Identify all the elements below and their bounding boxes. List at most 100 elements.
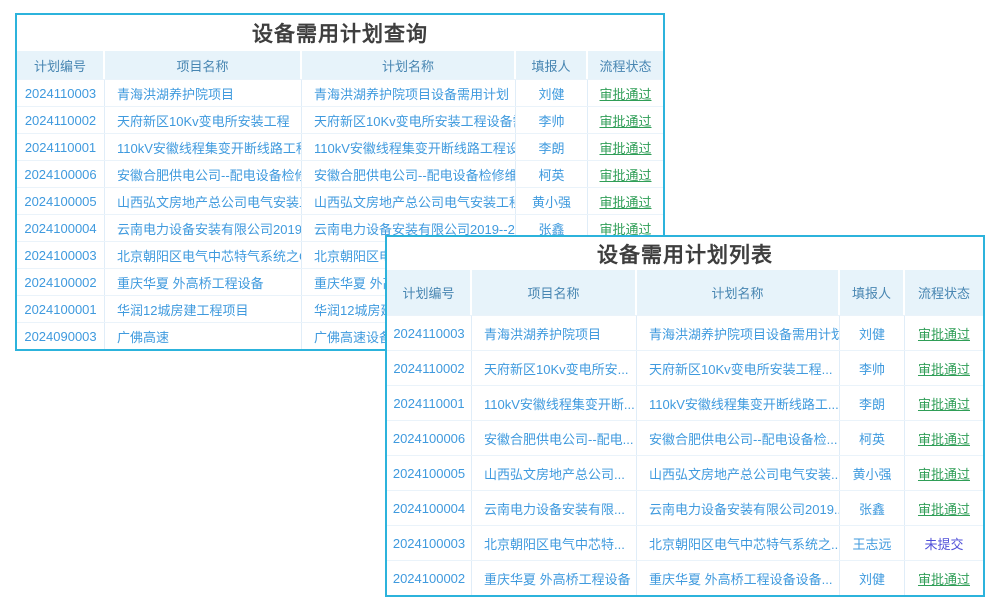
col-header-plan-no: 计划编号 bbox=[387, 270, 472, 315]
page-title: 设备需用计划查询 bbox=[17, 15, 663, 51]
project-name-cell: 华润12城房建工程项目 bbox=[105, 296, 302, 322]
table-row[interactable]: 2024100005 山西弘文房地产总公司... 山西弘文房地产总公司电气安装.… bbox=[387, 455, 983, 490]
reporter-cell: 李朗 bbox=[516, 134, 588, 160]
plan-name-cell: 天府新区10Kv变电所安装工程... bbox=[637, 351, 840, 385]
plan-no-cell: 2024100002 bbox=[17, 269, 105, 295]
col-header-reporter: 填报人 bbox=[516, 51, 588, 79]
reporter-cell: 柯英 bbox=[516, 161, 588, 187]
table-row[interactable]: 2024100004 云南电力设备安装有限... 云南电力设备安装有限公司201… bbox=[387, 490, 983, 525]
table-row[interactable]: 2024100003 北京朝阳区电气中芯特... 北京朝阳区电气中芯特气系统之.… bbox=[387, 525, 983, 560]
app-canvas: 设备需用计划查询 计划编号 项目名称 计划名称 填报人 流程状态 2024110… bbox=[0, 0, 1000, 600]
table-row[interactable]: 2024100005 山西弘文房地产总公司电气安装工程 山西弘文房地产总公司电气… bbox=[17, 187, 663, 214]
status-link[interactable]: 审批通过 bbox=[918, 324, 970, 343]
plan-no-cell: 2024100004 bbox=[17, 215, 105, 241]
plan-name-cell: 重庆华夏 外高桥工程设备设备... bbox=[637, 561, 840, 595]
reporter-cell: 刘健 bbox=[516, 80, 588, 106]
plan-no-cell: 2024100001 bbox=[17, 296, 105, 322]
reporter-cell: 张鑫 bbox=[840, 491, 905, 525]
plan-name-cell: 110kV安徽线程集变开断线路工... bbox=[637, 386, 840, 420]
plan-no-cell: 2024110003 bbox=[17, 80, 105, 106]
plan-name-cell: 山西弘文房地产总公司电气安装... bbox=[637, 456, 840, 490]
project-name-cell: 重庆华夏 外高桥工程设备 bbox=[472, 561, 637, 595]
plan-name-cell: 北京朝阳区电气中芯特气系统之... bbox=[637, 526, 840, 560]
project-name-cell: 北京朝阳区电气中芯特气系统之GM bbox=[105, 242, 302, 268]
col-header-status: 流程状态 bbox=[588, 51, 663, 79]
table-row[interactable]: 2024100002 重庆华夏 外高桥工程设备 重庆华夏 外高桥工程设备设备..… bbox=[387, 560, 983, 595]
status-link[interactable]: 审批通过 bbox=[918, 429, 970, 448]
col-header-project: 项目名称 bbox=[105, 51, 302, 79]
reporter-cell: 黄小强 bbox=[840, 456, 905, 490]
plan-no-cell: 2024100005 bbox=[387, 456, 472, 490]
col-header-reporter: 填报人 bbox=[840, 270, 905, 315]
plan-name-cell: 天府新区10Kv变电所安装工程设备需用 bbox=[302, 107, 516, 133]
table-row[interactable]: 2024100006 安徽合肥供电公司--配电... 安徽合肥供电公司--配电设… bbox=[387, 420, 983, 455]
plan-no-cell: 2024100006 bbox=[17, 161, 105, 187]
reporter-cell: 王志远 bbox=[840, 526, 905, 560]
col-header-project: 项目名称 bbox=[472, 270, 637, 315]
status-link[interactable]: 未提交 bbox=[924, 534, 963, 553]
project-name-cell: 云南电力设备安装有限... bbox=[472, 491, 637, 525]
plan-no-cell: 2024110002 bbox=[17, 107, 105, 133]
page-title: 设备需用计划列表 bbox=[387, 237, 983, 270]
reporter-cell: 李帅 bbox=[516, 107, 588, 133]
plan-no-cell: 2024110002 bbox=[387, 351, 472, 385]
reporter-cell: 李朗 bbox=[840, 386, 905, 420]
project-name-cell: 青海洪湖养护院项目 bbox=[105, 80, 302, 106]
table-header-row: 计划编号 项目名称 计划名称 填报人 流程状态 bbox=[387, 270, 983, 315]
plan-name-cell: 青海洪湖养护院项目设备需用计划 bbox=[302, 80, 516, 106]
col-header-plan-name: 计划名称 bbox=[637, 270, 840, 315]
col-header-plan-no: 计划编号 bbox=[17, 51, 105, 79]
plan-no-cell: 2024090003 bbox=[17, 323, 105, 349]
table-header-row: 计划编号 项目名称 计划名称 填报人 流程状态 bbox=[17, 51, 663, 79]
project-name-cell: 云南电力设备安装有限公司2019--2 bbox=[105, 215, 302, 241]
table-row[interactable]: 2024110001 110kV安徽线程集变开断... 110kV安徽线程集变开… bbox=[387, 385, 983, 420]
status-link[interactable]: 审批通过 bbox=[918, 569, 970, 588]
reporter-cell: 黄小强 bbox=[516, 188, 588, 214]
project-name-cell: 山西弘文房地产总公司... bbox=[472, 456, 637, 490]
plan-no-cell: 2024100005 bbox=[17, 188, 105, 214]
table-row[interactable]: 2024110003 青海洪湖养护院项目 青海洪湖养护院项目设备需用计划 刘健 … bbox=[17, 79, 663, 106]
equipment-plan-list-panel: 设备需用计划列表 计划编号 项目名称 计划名称 填报人 流程状态 2024110… bbox=[385, 235, 985, 597]
plan-name-cell: 110kV安徽线程集变开断线路工程设备 bbox=[302, 134, 516, 160]
status-link[interactable]: 审批通过 bbox=[599, 138, 651, 157]
project-name-cell: 安徽合肥供电公司--配电... bbox=[472, 421, 637, 455]
plan-no-cell: 2024100003 bbox=[387, 526, 472, 560]
table-row[interactable]: 2024110002 天府新区10Kv变电所安装工程 天府新区10Kv变电所安装… bbox=[17, 106, 663, 133]
reporter-cell: 李帅 bbox=[840, 351, 905, 385]
project-name-cell: 广佛高速 bbox=[105, 323, 302, 349]
status-link[interactable]: 审批通过 bbox=[918, 499, 970, 518]
reporter-cell: 刘健 bbox=[840, 561, 905, 595]
status-link[interactable]: 审批通过 bbox=[918, 359, 970, 378]
col-header-plan-name: 计划名称 bbox=[302, 51, 516, 79]
project-name-cell: 北京朝阳区电气中芯特... bbox=[472, 526, 637, 560]
plan-name-cell: 云南电力设备安装有限公司2019... bbox=[637, 491, 840, 525]
project-name-cell: 山西弘文房地产总公司电气安装工程 bbox=[105, 188, 302, 214]
status-link[interactable]: 审批通过 bbox=[918, 464, 970, 483]
plan-no-cell: 2024110003 bbox=[387, 316, 472, 350]
plan-no-cell: 2024110001 bbox=[387, 386, 472, 420]
table-row[interactable]: 2024110003 青海洪湖养护院项目 青海洪湖养护院项目设备需用计划 刘健 … bbox=[387, 315, 983, 350]
plan-no-cell: 2024100006 bbox=[387, 421, 472, 455]
project-name-cell: 天府新区10Kv变电所安装工程 bbox=[105, 107, 302, 133]
status-link[interactable]: 审批通过 bbox=[918, 394, 970, 413]
project-name-cell: 110kV安徽线程集变开断... bbox=[472, 386, 637, 420]
status-link[interactable]: 审批通过 bbox=[599, 192, 651, 211]
col-header-status: 流程状态 bbox=[905, 270, 983, 315]
table-row[interactable]: 2024110001 110kV安徽线程集变开断线路工程 110kV安徽线程集变… bbox=[17, 133, 663, 160]
reporter-cell: 刘健 bbox=[840, 316, 905, 350]
status-link[interactable]: 审批通过 bbox=[599, 84, 651, 103]
plan-name-cell: 山西弘文房地产总公司电气安装工程设 bbox=[302, 188, 516, 214]
plan-name-cell: 青海洪湖养护院项目设备需用计划 bbox=[637, 316, 840, 350]
status-link[interactable]: 审批通过 bbox=[599, 111, 651, 130]
plan-no-cell: 2024100004 bbox=[387, 491, 472, 525]
table-row[interactable]: 2024100006 安徽合肥供电公司--配电设备检修维护 安徽合肥供电公司--… bbox=[17, 160, 663, 187]
plan-name-cell: 安徽合肥供电公司--配电设备检... bbox=[637, 421, 840, 455]
status-link[interactable]: 审批通过 bbox=[599, 165, 651, 184]
project-name-cell: 安徽合肥供电公司--配电设备检修维护 bbox=[105, 161, 302, 187]
plan-no-cell: 2024110001 bbox=[17, 134, 105, 160]
reporter-cell: 柯英 bbox=[840, 421, 905, 455]
project-name-cell: 青海洪湖养护院项目 bbox=[472, 316, 637, 350]
plan-no-cell: 2024100002 bbox=[387, 561, 472, 595]
table-row[interactable]: 2024110002 天府新区10Kv变电所安... 天府新区10Kv变电所安装… bbox=[387, 350, 983, 385]
project-name-cell: 110kV安徽线程集变开断线路工程 bbox=[105, 134, 302, 160]
